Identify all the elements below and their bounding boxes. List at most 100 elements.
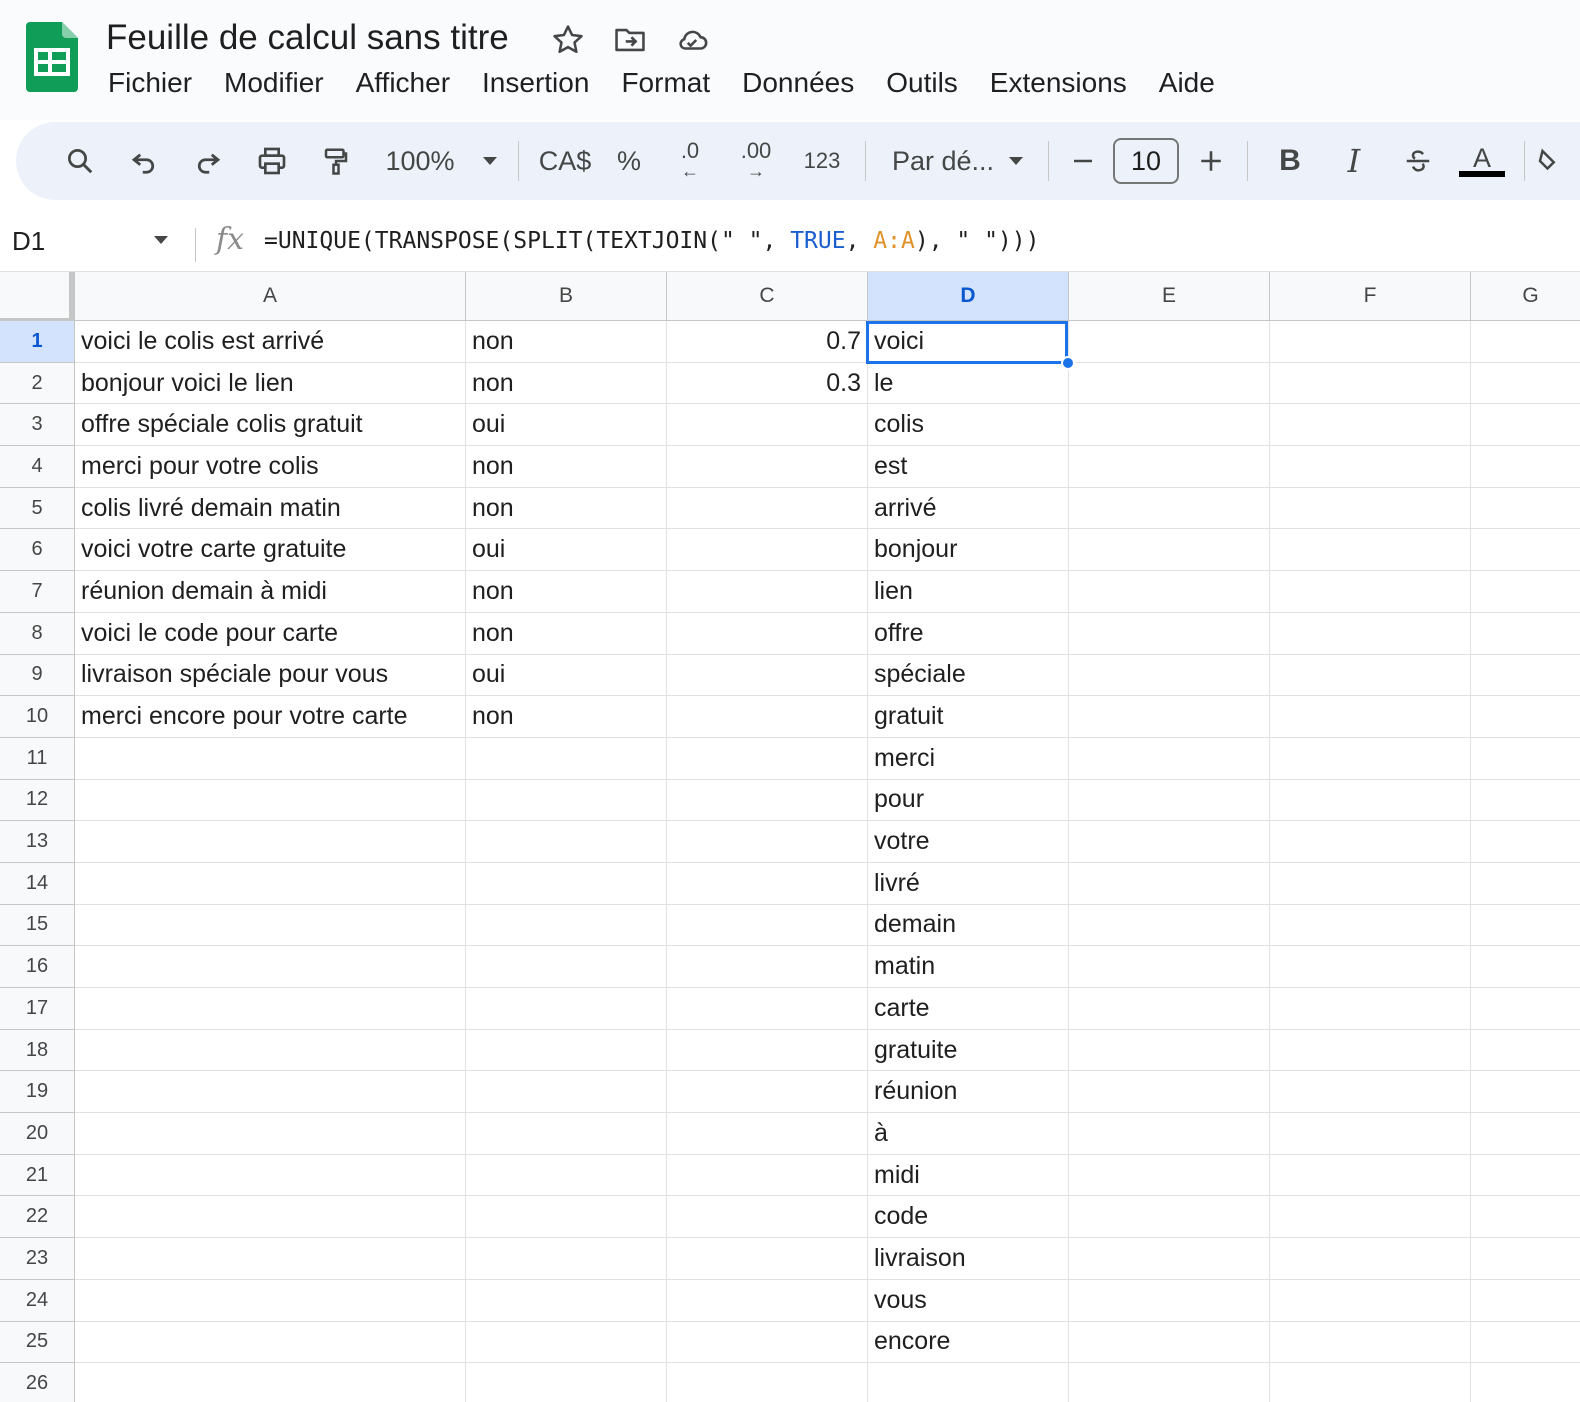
cell-f8[interactable] [1270,612,1471,655]
cell-d9[interactable]: spéciale [868,654,1069,697]
cell-b19[interactable] [466,1071,667,1114]
zoom-select[interactable]: 100% [368,133,472,189]
cell-c1[interactable]: 0.7 [667,321,868,363]
cell-c17[interactable] [667,988,868,1030]
row-header[interactable]: 9 [0,654,75,697]
cell-b10[interactable]: non [466,696,667,738]
font-select[interactable]: Par dé... [876,133,994,189]
cell-d2[interactable]: le [868,362,1069,405]
chevron-down-icon[interactable] [472,133,508,189]
cell-b14[interactable] [466,862,667,905]
cell-d10[interactable]: gratuit [868,696,1069,738]
number-format-button[interactable]: 123 [789,133,855,189]
cell-f17[interactable] [1270,988,1471,1030]
menu-outils[interactable]: Outils [870,64,974,102]
cell-c11[interactable] [667,737,868,780]
cell-a16[interactable] [75,946,466,988]
row-header[interactable]: 24 [0,1279,75,1322]
cell-d24[interactable]: vous [868,1279,1069,1322]
cell-g16[interactable] [1471,946,1580,988]
cell-g8[interactable] [1471,613,1580,655]
cell-a6[interactable]: voici votre carte gratuite [75,529,466,572]
cell-f26[interactable] [1270,1363,1471,1402]
column-header-a[interactable]: A [75,272,466,321]
cell-e8[interactable] [1069,612,1270,655]
italic-button[interactable]: I [1322,133,1386,189]
percent-button[interactable]: % [601,133,657,189]
cell-d16[interactable]: matin [868,946,1069,988]
cell-g4[interactable] [1471,446,1580,488]
cell-f20[interactable] [1270,1113,1471,1155]
paint-format-icon[interactable] [304,133,368,189]
cell-f24[interactable] [1270,1279,1471,1322]
cell-g2[interactable] [1471,363,1580,405]
cell-b20[interactable] [466,1113,667,1155]
row-header[interactable]: 19 [0,1071,75,1114]
cell-a23[interactable] [75,1238,466,1280]
cell-f22[interactable] [1270,1196,1471,1239]
select-all-corner[interactable] [0,272,75,321]
cell-e3[interactable] [1069,404,1270,447]
cell-f4[interactable] [1270,446,1471,488]
row-header[interactable]: 10 [0,696,75,738]
row-header[interactable]: 14 [0,862,75,905]
cell-b7[interactable]: non [466,571,667,613]
cell-b18[interactable] [466,1029,667,1072]
cell-a14[interactable] [75,862,466,905]
row-header[interactable]: 4 [0,446,75,488]
menu-format[interactable]: Format [605,64,726,102]
cell-c19[interactable] [667,1071,868,1114]
cell-c20[interactable] [667,1113,868,1155]
cell-g19[interactable] [1471,1071,1580,1114]
chevron-down-icon[interactable] [994,133,1038,189]
menu-aide[interactable]: Aide [1143,64,1231,102]
cell-d18[interactable]: gratuite [868,1029,1069,1072]
cell-e5[interactable] [1069,487,1270,530]
row-header[interactable]: 5 [0,487,75,530]
fill-handle[interactable] [1061,356,1075,370]
cell-f18[interactable] [1270,1029,1471,1072]
cell-a11[interactable] [75,737,466,780]
cell-e24[interactable] [1069,1279,1270,1322]
cloud-saved-icon[interactable] [672,20,712,60]
cell-c24[interactable] [667,1279,868,1322]
cell-f7[interactable] [1270,571,1471,613]
cell-d1[interactable]: voici [868,321,1069,363]
cell-c3[interactable] [667,404,868,447]
cell-e11[interactable] [1069,737,1270,780]
cell-d15[interactable]: demain [868,904,1069,947]
cell-a21[interactable] [75,1154,466,1197]
menu-donnees[interactable]: Données [726,64,870,102]
cell-d5[interactable]: arrivé [868,487,1069,530]
cell-e18[interactable] [1069,1029,1270,1072]
bold-button[interactable]: B [1258,133,1322,189]
column-header-c[interactable]: C [667,272,868,321]
cell-b17[interactable] [466,988,667,1030]
cell-e12[interactable] [1069,779,1270,822]
cell-b1[interactable]: non [466,321,667,363]
cell-f23[interactable] [1270,1238,1471,1280]
sheets-logo-icon[interactable] [26,22,78,92]
cell-b25[interactable] [466,1321,667,1364]
cell-e1[interactable] [1069,321,1270,363]
cell-c12[interactable] [667,779,868,822]
row-header[interactable]: 20 [0,1113,75,1155]
cell-f1[interactable] [1270,321,1471,363]
cell-b13[interactable] [466,821,667,863]
row-header[interactable]: 18 [0,1029,75,1072]
cell-e7[interactable] [1069,571,1270,613]
cell-c18[interactable] [667,1029,868,1072]
cell-g11[interactable] [1471,738,1580,780]
cell-e26[interactable] [1069,1363,1270,1402]
cell-b6[interactable]: oui [466,529,667,572]
row-header[interactable]: 2 [0,362,75,405]
increase-font-size-button[interactable] [1185,133,1237,189]
row-header[interactable]: 1 [0,321,75,363]
row-header[interactable]: 3 [0,404,75,447]
cell-a12[interactable] [75,779,466,822]
cell-c4[interactable] [667,446,868,488]
cell-b24[interactable] [466,1279,667,1322]
cell-c8[interactable] [667,612,868,655]
cell-d21[interactable]: midi [868,1154,1069,1197]
formula-input[interactable]: =UNIQUE(TRANSPOSE(SPLIT(TEXTJOIN(" ", TR… [264,228,1039,254]
